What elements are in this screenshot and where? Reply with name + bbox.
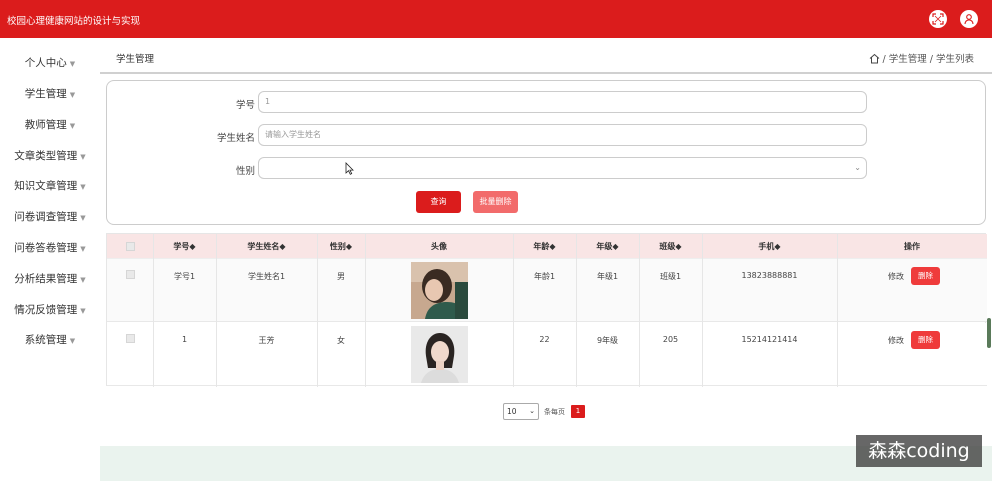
cell-student-no: 1 — [181, 335, 188, 344]
column-divider — [365, 234, 366, 387]
col-actions: 操作 — [904, 242, 920, 251]
chevron-down-icon: ▼ — [69, 60, 76, 68]
edit-button[interactable]: 修改 — [888, 335, 904, 346]
column-divider — [639, 234, 640, 387]
column-divider — [837, 234, 838, 387]
column-divider — [216, 234, 217, 387]
app-title: 校园心理健康网站的设计与实现 — [7, 16, 141, 27]
column-divider — [513, 234, 514, 387]
breadcrumb: / 学生管理 / 学生列表 — [869, 51, 974, 67]
page-title: 学生管理 — [116, 54, 155, 65]
col-avatar: 头像 — [431, 242, 447, 251]
query-button[interactable]: 查询 — [416, 191, 461, 213]
cell-phone: 15214121414 — [741, 335, 798, 344]
cell-grade: 年级1 — [596, 272, 619, 281]
sidebar-item-surveys[interactable]: 问卷调查管理 ▼ — [0, 209, 100, 224]
student-table: 学号◆ 学生姓名◆ 性别◆ 头像 年龄◆ 年级◆ 班级◆ 手机◆ 操作 学号1 … — [106, 233, 987, 387]
col-student-no[interactable]: 学号◆ — [153, 234, 216, 259]
user-icon[interactable] — [960, 10, 978, 28]
chevron-down-icon: ▼ — [80, 214, 86, 222]
student-no-input[interactable]: 1 — [258, 91, 867, 113]
chevron-down-icon: ▼ — [80, 245, 86, 253]
col-gender[interactable]: 性别◆ — [317, 234, 365, 259]
chevron-down-icon: ▼ — [80, 276, 86, 284]
sidebar-item-analysis-results[interactable]: 分析结果管理 ▼ — [0, 271, 100, 286]
table-row: 学号1 学生姓名1 男 年龄1 年级1 班级1 13823888881 修改 删… — [107, 259, 987, 322]
student-no-label: 学号 — [235, 100, 255, 111]
sidebar-item-students[interactable]: 学生管理 ▼ — [0, 86, 100, 101]
delete-button[interactable]: 删除 — [911, 267, 940, 285]
table-row: 1 王芳 女 22 9年级 205 15214121414 修改 删除 — [107, 323, 987, 386]
cell-student-name: 王芳 — [258, 336, 275, 345]
sidebar-item-feedback[interactable]: 情况反馈管理 ▼ — [0, 302, 100, 317]
cell-student-name: 学生姓名1 — [247, 272, 286, 281]
breadcrumb-bar: 学生管理 / 学生管理 / 学生列表 — [100, 38, 992, 74]
home-icon[interactable] — [869, 53, 880, 67]
cell-gender: 女 — [337, 336, 345, 345]
cell-class: 班级1 — [659, 272, 682, 281]
chevron-down-icon: ⌄ — [529, 407, 535, 415]
mouse-cursor-icon — [345, 162, 354, 178]
col-class[interactable]: 班级◆ — [639, 234, 702, 259]
column-divider — [317, 234, 318, 387]
delete-button[interactable]: 删除 — [911, 331, 940, 349]
row-checkbox[interactable] — [126, 334, 135, 343]
chevron-down-icon: ▼ — [69, 91, 76, 99]
cell-phone: 13823888881 — [741, 271, 798, 280]
col-grade[interactable]: 年级◆ — [576, 234, 639, 259]
row-checkbox[interactable] — [126, 270, 135, 279]
sidebar-item-survey-answers[interactable]: 问卷答卷管理 ▼ — [0, 240, 100, 255]
avatar — [411, 326, 468, 383]
cell-student-no: 学号1 — [173, 272, 196, 281]
cell-class: 205 — [662, 335, 679, 344]
page-size-select[interactable]: 10 ⌄ — [503, 403, 539, 420]
sidebar: 个人中心 ▼ 学生管理 ▼ 教师管理 ▼ 文章类型管理 ▼ 知识文章管理 ▼ 问卷调查管理… — [0, 38, 100, 481]
cell-grade: 9年级 — [596, 336, 619, 345]
chevron-down-icon: ▼ — [69, 337, 76, 345]
avatar — [411, 262, 468, 319]
col-phone[interactable]: 手机◆ — [702, 234, 837, 259]
chevron-down-icon: ▼ — [80, 153, 86, 161]
col-student-name[interactable]: 学生姓名◆ — [216, 234, 317, 259]
student-name-input[interactable]: 请输入学生姓名 — [258, 124, 867, 146]
per-page-label: 条每页 — [544, 408, 565, 416]
batch-delete-button[interactable]: 批量删除 — [473, 191, 518, 213]
cell-age: 年龄1 — [533, 272, 556, 281]
chevron-down-icon: ▼ — [80, 307, 86, 315]
fullscreen-icon[interactable] — [929, 10, 947, 28]
col-age[interactable]: 年龄◆ — [513, 234, 576, 259]
watermark: 森森coding — [856, 435, 982, 467]
sidebar-item-system[interactable]: 系统管理 ▼ — [0, 332, 100, 347]
select-all-checkbox[interactable] — [126, 242, 135, 251]
sidebar-item-personal-center[interactable]: 个人中心 ▼ — [0, 55, 100, 70]
column-divider — [153, 234, 154, 387]
top-bar: 校园心理健康网站的设计与实现 — [0, 0, 992, 38]
column-divider — [702, 234, 703, 387]
chevron-down-icon: ▼ — [69, 122, 76, 130]
chevron-down-icon: ▼ — [80, 183, 86, 191]
student-name-label: 学生姓名 — [216, 133, 255, 144]
sidebar-item-article-types[interactable]: 文章类型管理 ▼ — [0, 148, 100, 163]
page-number-current[interactable]: 1 — [571, 405, 585, 418]
edit-button[interactable]: 修改 — [888, 271, 904, 282]
cell-age: 22 — [539, 335, 550, 344]
table-header: 学号◆ 学生姓名◆ 性别◆ 头像 年龄◆ 年级◆ 班级◆ 手机◆ 操作 — [107, 234, 987, 259]
sidebar-item-knowledge-articles[interactable]: 知识文章管理 ▼ — [0, 178, 100, 193]
scrollbar-thumb[interactable] — [987, 318, 991, 348]
gender-label: 性别 — [235, 166, 255, 177]
breadcrumb-trail: / 学生管理 / 学生列表 — [882, 54, 974, 65]
sidebar-item-teachers[interactable]: 教师管理 ▼ — [0, 117, 100, 132]
chevron-down-icon: ⌄ — [854, 163, 861, 172]
cell-gender: 男 — [337, 272, 345, 281]
column-divider — [576, 234, 577, 387]
